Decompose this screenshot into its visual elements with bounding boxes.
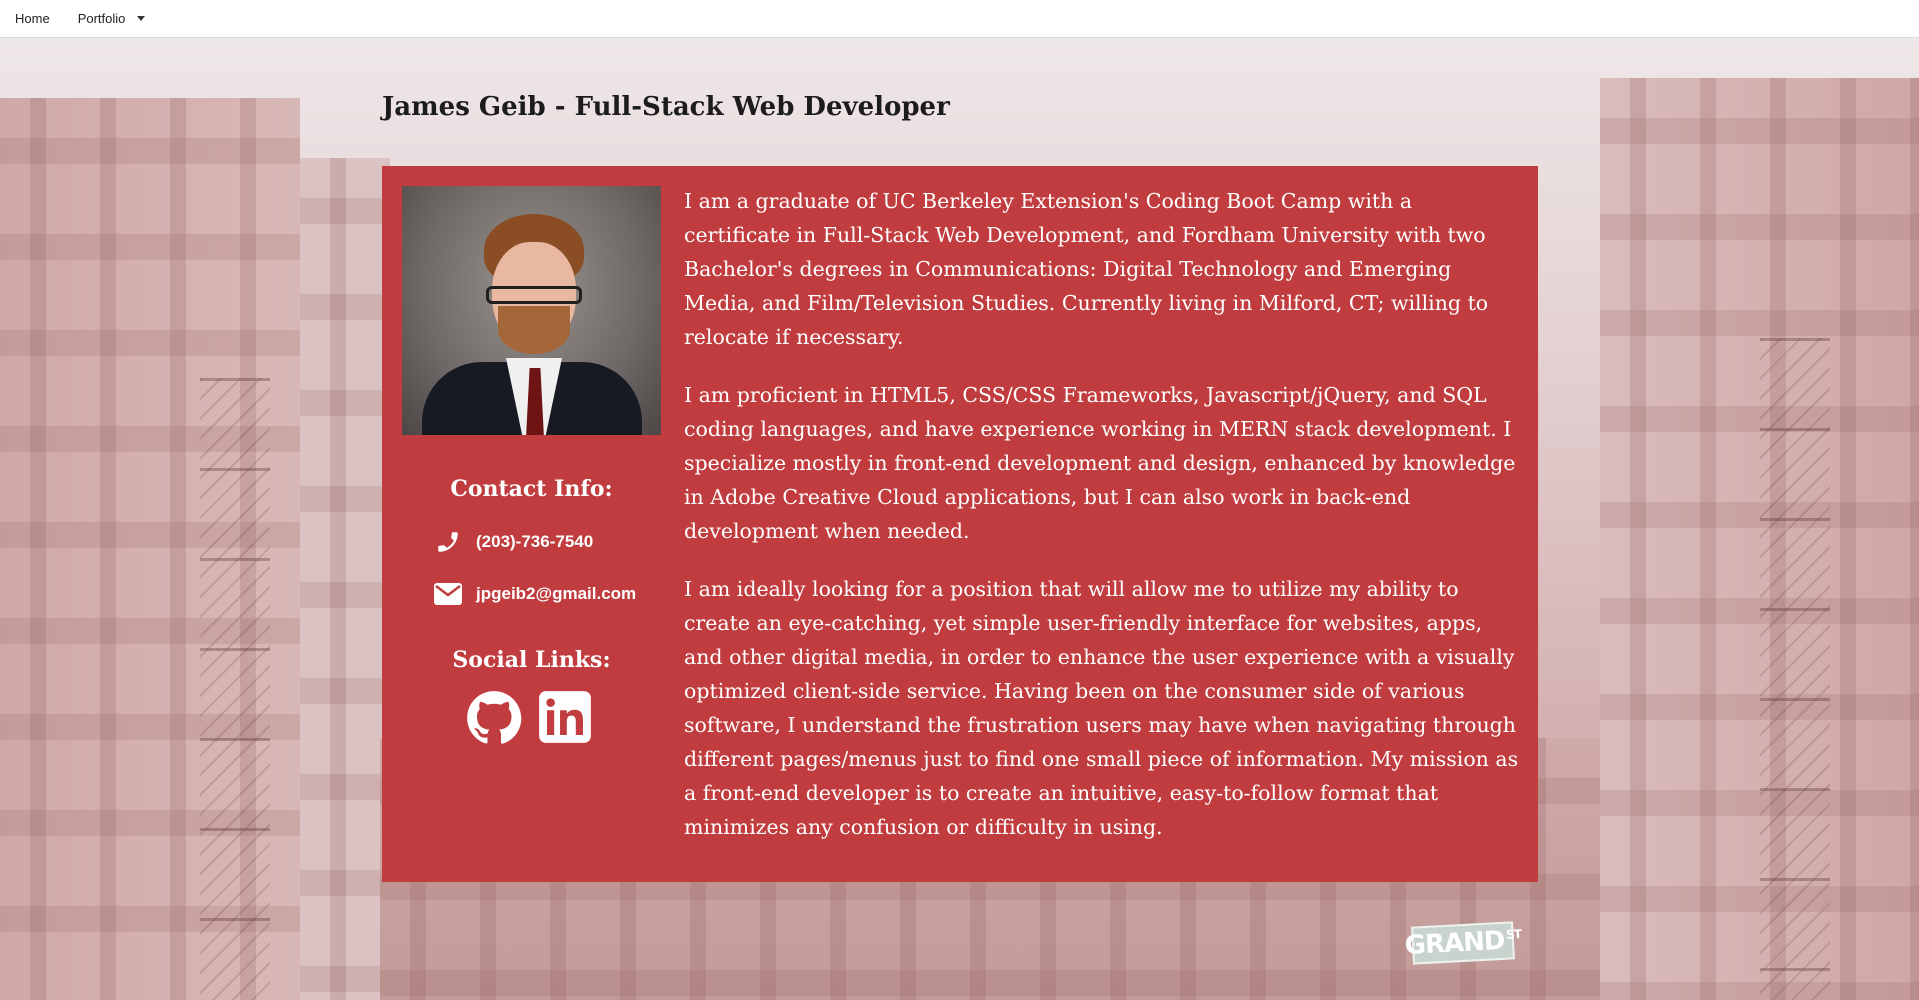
page-title: James Geib - Full-Stack Web Developer xyxy=(382,92,950,122)
navbar: Home Portfolio xyxy=(0,0,1919,38)
bio-paragraph: I am ideally looking for a position that… xyxy=(684,577,1519,839)
social-heading: Social Links: xyxy=(452,647,611,673)
nav-portfolio-dropdown[interactable]: Portfolio xyxy=(78,11,146,26)
social-links xyxy=(466,690,594,746)
about-card: Contact Info: (203)-736-7540 jpgeib2@gma… xyxy=(382,166,1538,882)
phone-number: (203)-736-7540 xyxy=(476,532,594,551)
github-icon[interactable] xyxy=(466,690,522,746)
caret-down-icon xyxy=(137,16,146,21)
background-fire-escape xyxy=(1760,338,1830,1000)
profile-photo xyxy=(402,186,661,435)
bio-paragraph: I am a graduate of UC Berkeley Extension… xyxy=(684,189,1489,349)
phone-icon xyxy=(434,529,462,555)
bio-text: I am a graduate of UC Berkeley Extension… xyxy=(684,184,1520,868)
bio-paragraph: I am proficient in HTML5, CSS/CSS Framew… xyxy=(684,383,1516,543)
contact-phone: (203)-736-7540 xyxy=(434,529,593,555)
email-link[interactable]: jpgeib2@gmail.com xyxy=(476,584,636,604)
background-fire-escape xyxy=(200,378,270,1000)
contact-heading: Contact Info: xyxy=(450,476,613,502)
background-building-left-2 xyxy=(300,158,390,1000)
street-sign: GRAND ST xyxy=(1404,921,1521,965)
nav-home-link[interactable]: Home xyxy=(15,11,50,26)
nav-portfolio-label: Portfolio xyxy=(77,11,126,26)
contact-email: jpgeib2@gmail.com xyxy=(434,581,636,607)
linkedin-icon[interactable] xyxy=(538,690,594,746)
envelope-icon xyxy=(434,581,462,607)
